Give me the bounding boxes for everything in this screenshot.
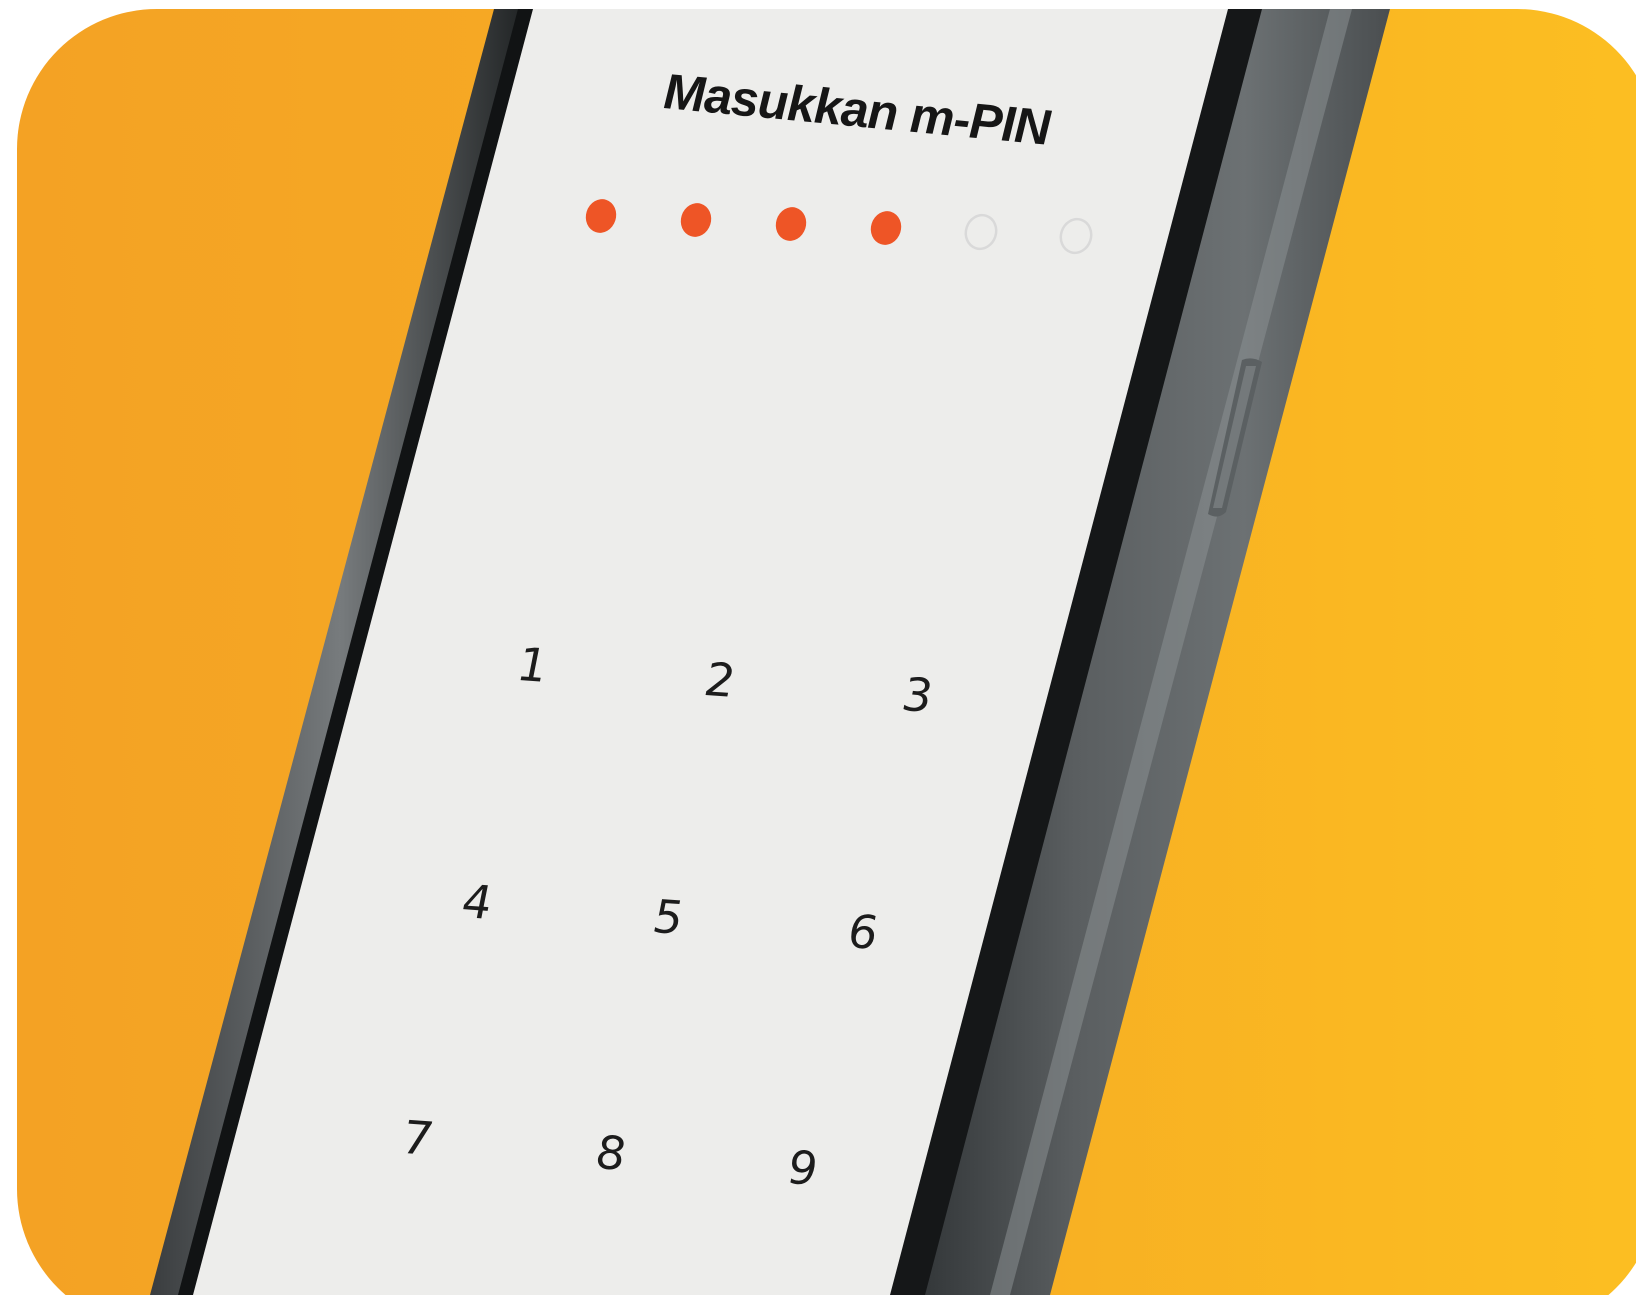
keypad-key-7[interactable]: 7 (373, 1090, 463, 1186)
keypad-key-9[interactable]: 9 (758, 1120, 848, 1216)
keypad-key-1[interactable]: 1 (488, 617, 578, 713)
keypad-key-3[interactable]: 3 (873, 647, 963, 743)
keypad-key-6[interactable]: 6 (818, 884, 908, 980)
keypad-key-8[interactable]: 8 (566, 1105, 656, 1201)
keypad-key-5[interactable]: 5 (623, 869, 713, 965)
phone-illustration (17, 9, 1636, 1300)
keypad-key-2[interactable]: 2 (675, 632, 765, 728)
keypad-key-4[interactable]: 4 (432, 854, 522, 950)
promo-scene: Masukkan m-PIN 123456789 (0, 0, 1636, 1300)
